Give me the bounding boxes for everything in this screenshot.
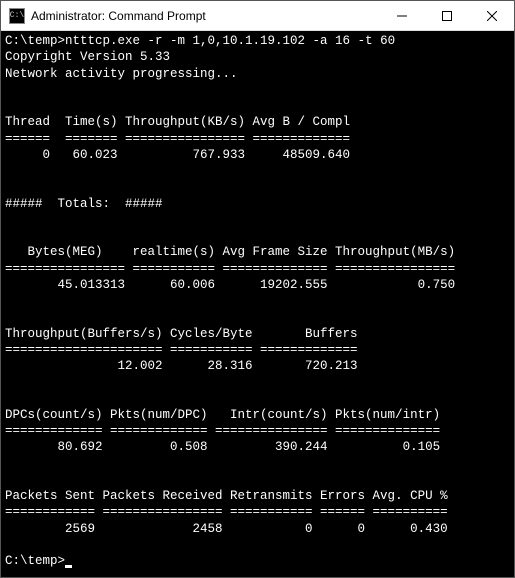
table4-divider: ============= ============= ============… [5, 424, 440, 438]
minimize-icon [397, 11, 407, 21]
cursor [65, 565, 72, 568]
cmd-icon: C:\ [9, 8, 25, 24]
table5-row: 2569 2458 0 0 0.430 [5, 522, 448, 536]
terminal-output[interactable]: C:\temp>ntttcp.exe -r -m 1,0,10.1.19.102… [1, 31, 514, 577]
table3-divider: ===================== =========== ======… [5, 343, 358, 357]
command-text: ntttcp.exe -r -m 1,0,10.1.19.102 -a 16 -… [65, 34, 395, 48]
totals-label: ##### Totals: ##### [5, 197, 163, 211]
table4-header: DPCs(count/s) Pkts(num/DPC) Intr(count/s… [5, 408, 440, 422]
prompt: C:\temp> [5, 34, 65, 48]
window-title: Administrator: Command Prompt [31, 9, 379, 23]
window-controls [379, 1, 514, 30]
cmd-icon-text: C:\ [10, 12, 24, 20]
table1-row: 0 60.023 767.933 48509.640 [5, 148, 350, 162]
maximize-icon [442, 11, 452, 21]
table5-divider: ============ ================ ==========… [5, 505, 448, 519]
close-icon [487, 11, 497, 21]
minimize-button[interactable] [379, 1, 424, 30]
close-button[interactable] [469, 1, 514, 30]
maximize-button[interactable] [424, 1, 469, 30]
copyright-line: Copyright Version 5.33 [5, 50, 170, 64]
prompt: C:\temp> [5, 554, 65, 568]
table3-row: 12.002 28.316 720.213 [5, 359, 358, 373]
table3-header: Throughput(Buffers/s) Cycles/Byte Buffer… [5, 327, 358, 341]
table2-row: 45.013313 60.006 19202.555 0.750 [5, 278, 455, 292]
command-prompt-window: C:\ Administrator: Command Prompt C:\tem… [0, 0, 515, 578]
titlebar[interactable]: C:\ Administrator: Command Prompt [1, 1, 514, 31]
table2-header: Bytes(MEG) realtime(s) Avg Frame Size Th… [5, 245, 455, 259]
progress-line: Network activity progressing... [5, 67, 238, 81]
table1-header: Thread Time(s) Throughput(KB/s) Avg B / … [5, 115, 350, 129]
table1-divider: ====== ======= ================ ========… [5, 132, 350, 146]
table5-header: Packets Sent Packets Received Retransmit… [5, 489, 448, 503]
table4-row: 80.692 0.508 390.244 0.105 [5, 440, 440, 454]
table2-divider: ================ =========== ===========… [5, 262, 455, 276]
